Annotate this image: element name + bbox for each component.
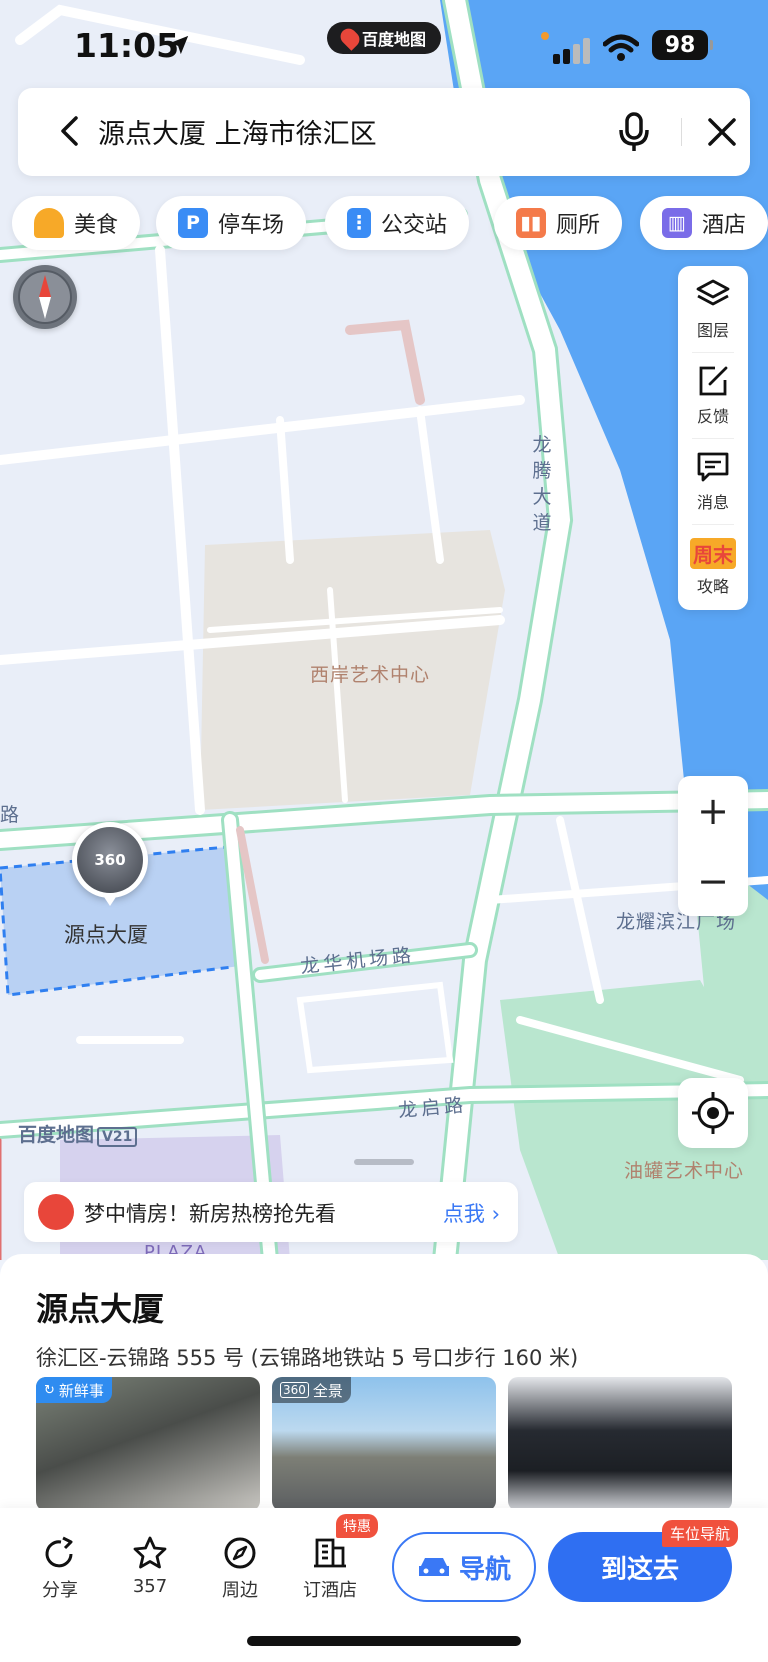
zoom-controls: + − (678, 776, 748, 916)
book-hotel-label: 订酒店 (303, 1580, 357, 1601)
category-food-label: 美食 (74, 213, 119, 238)
battery-indicator: 98 (652, 30, 713, 60)
poi-marker-360[interactable]: 360 (72, 822, 148, 906)
compass-button[interactable] (13, 265, 77, 329)
map-canvas (0, 0, 768, 1260)
book-hotel-button[interactable]: 特惠 订酒店 (292, 1514, 378, 1608)
home-indicator[interactable] (247, 1636, 521, 1646)
tool-feedback-label: 反馈 (696, 407, 729, 426)
map-tools-panel: 图层 反馈 消息 周末 攻略 (678, 266, 748, 610)
search-bar: 源点大厦 上海市徐汇区 (18, 88, 750, 176)
share-icon (45, 1536, 73, 1568)
crosshair-icon (692, 1092, 734, 1134)
navigate-label: 导航 (458, 1554, 511, 1585)
map-watermark: 百度地图 V21 (18, 1120, 138, 1147)
location-arrow-icon (169, 35, 189, 55)
parking-navigation-badge: 车位导航 (662, 1520, 739, 1547)
zoom-in-button[interactable]: + (678, 776, 748, 846)
message-icon (697, 452, 729, 482)
promo-banner[interactable]: 梦中情房！新房热榜抢先看 点我 › (24, 1182, 518, 1242)
place-photo-store[interactable] (508, 1377, 732, 1511)
promo-text: 梦中情房！新房热榜抢先看 (84, 1202, 336, 1226)
share-button[interactable]: 分享 (22, 1534, 98, 1608)
place-photo-panorama[interactable]: 360 全景 (272, 1377, 496, 1511)
tool-messages[interactable]: 消息 (678, 438, 748, 524)
close-icon[interactable] (702, 112, 742, 152)
status-bar: 11:05 百度地图 98 (0, 22, 768, 72)
toilet-icon: ▮▮ (516, 208, 546, 238)
refresh-icon: ↻ (44, 1382, 55, 1398)
tool-layers-label: 图层 (696, 321, 729, 340)
baidu-map-logo-icon (337, 25, 363, 51)
category-bus-stop[interactable]: ⋮ 公交站 (325, 196, 470, 250)
compass-icon (224, 1537, 256, 1569)
weekend-guide-icon: 周末 (690, 537, 736, 569)
house-promo-icon (38, 1194, 74, 1230)
book-hotel-badge: 特惠 (336, 1514, 378, 1538)
app-indicator-label: 百度地图 (361, 30, 426, 49)
favorite-count: 357 (132, 1576, 168, 1597)
sheet-drag-handle[interactable] (354, 1159, 414, 1165)
nearby-button[interactable]: 周边 (202, 1534, 278, 1608)
place-photo-news[interactable]: ↻ 新鲜事 (36, 1377, 260, 1511)
status-time: 11:05 (74, 26, 180, 65)
panorama-360-icon: 360 (77, 827, 143, 893)
photo-tag-news: ↻ 新鲜事 (36, 1377, 112, 1403)
photo-tag-panorama: 360 全景 (272, 1377, 351, 1403)
layers-icon (696, 279, 730, 306)
locate-me-button[interactable] (678, 1078, 748, 1148)
privacy-indicator-dot (541, 32, 549, 40)
promo-link[interactable]: 点我 › (443, 1198, 500, 1228)
place-title: 源点大厦 (36, 1290, 165, 1328)
map-view[interactable]: 西岸艺术中心 龙腾大道 龙华机场路 龙启路 龙耀滨江广场 油罐艺术中心 锦路 P… (0, 0, 768, 1260)
hotel-icon: ▥ (662, 208, 692, 238)
wifi-icon (603, 34, 639, 61)
cellular-signal-icon (553, 38, 590, 64)
car-icon (418, 1558, 449, 1576)
category-food[interactable]: 美食 (12, 196, 141, 250)
category-toilet[interactable]: ▮▮ 厕所 (494, 196, 623, 250)
star-icon (133, 1536, 167, 1569)
bus-stop-icon: ⋮ (347, 208, 371, 238)
category-hotel[interactable]: ▥ 酒店 (640, 196, 768, 250)
tool-messages-label: 消息 (696, 493, 729, 512)
back-arrow-icon[interactable] (54, 114, 88, 148)
nearby-label: 周边 (222, 1580, 258, 1601)
map-label-road-fragment: 锦路 (0, 804, 21, 826)
microphone-icon[interactable] (610, 108, 658, 156)
parking-icon: P (178, 208, 208, 238)
panorama-360-icon: 360 (280, 1382, 309, 1398)
poi-marker-label[interactable]: 源点大厦 (64, 919, 148, 949)
search-input[interactable]: 源点大厦 上海市徐汇区 (98, 112, 377, 151)
tool-feedback[interactable]: 反馈 (678, 352, 748, 438)
map-label-oil-tank-art-center[interactable]: 油罐艺术中心 (624, 1156, 764, 1183)
tool-weekend-guide[interactable]: 周末 攻略 (678, 524, 748, 610)
hotel-book-icon (314, 1538, 346, 1568)
tool-layers[interactable]: 图层 (678, 266, 748, 352)
place-address: 徐汇区-云锦路 555 号 (云锦路地铁站 5 号口步行 160 米) (36, 1346, 579, 1370)
map-label-longteng-road: 龙腾大道 (532, 434, 552, 534)
category-hotel-label: 酒店 (702, 213, 747, 238)
category-parking-label: 停车场 (218, 213, 285, 238)
tool-weekend-guide-label: 攻略 (696, 576, 729, 596)
favorite-button[interactable]: 357 (112, 1534, 188, 1608)
app-indicator-pill[interactable]: 百度地图 (327, 22, 441, 54)
category-chips: 美食 P 停车场 ⋮ 公交站 ▮▮ 厕所 ▥ 酒店 (12, 196, 768, 250)
map-label-art-center[interactable]: 西岸艺术中心 (310, 660, 430, 687)
navigate-button[interactable]: 导航 (392, 1532, 536, 1602)
food-icon (34, 208, 64, 238)
category-bus-stop-label: 公交站 (381, 213, 448, 238)
share-label: 分享 (42, 1580, 78, 1601)
category-toilet-label: 厕所 (556, 213, 601, 238)
category-parking[interactable]: P 停车场 (156, 196, 307, 250)
search-divider (681, 118, 682, 146)
compass-icon (18, 270, 72, 324)
zoom-out-button[interactable]: − (678, 846, 748, 916)
feedback-icon (699, 366, 728, 396)
